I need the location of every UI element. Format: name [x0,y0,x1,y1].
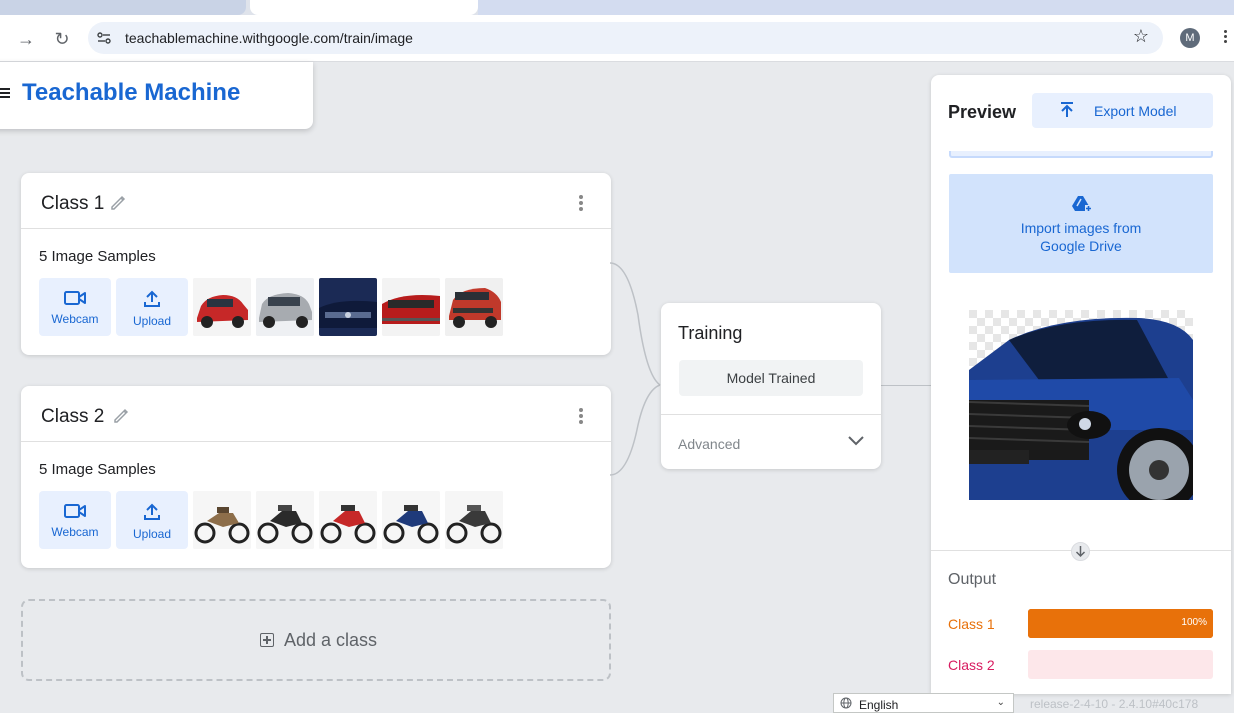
output-class-1-fill: 100% [1028,609,1213,638]
samples-count: 5 Image Samples [39,461,156,478]
browser-toolbar: → ↻ teachablemachine.withgoogle.com/trai… [0,15,1234,62]
language-select[interactable]: English ⌄ [833,693,1014,713]
output-class-1-bar: 100% [1028,609,1213,638]
globe-icon [840,697,852,709]
class-options-icon[interactable] [579,406,585,426]
add-class-label: Add a class [284,630,378,650]
webcam-label: Webcam [51,312,99,326]
class-options-icon[interactable] [579,193,585,213]
sample-thumbnail[interactable] [193,278,251,336]
import-text: Import images from Google Drive [949,219,1213,255]
browser-tab-strip-fill [478,0,1234,15]
sample-thumbnail[interactable] [256,278,314,336]
class-card-header: Class 2 [21,386,611,442]
sample-thumbnail[interactable] [445,278,503,336]
input-toggle-edge [949,151,1213,158]
edit-pencil-icon[interactable] [112,405,132,425]
google-drive-add-icon [1072,196,1092,212]
reload-icon[interactable]: ↻ [50,27,74,51]
forward-arrow-icon[interactable]: → [14,27,38,51]
chevron-down-icon[interactable] [848,435,864,447]
release-version: release-2-4-10 - 2.4.10#40c178 [1030,697,1199,711]
import-from-drive-button[interactable]: Import images from Google Drive [949,174,1213,273]
sample-thumbnail[interactable] [319,278,377,336]
profile-avatar[interactable]: M [1180,28,1200,48]
output-class-2-label: Class 2 [948,657,995,673]
edit-pencil-icon[interactable] [109,192,129,212]
add-class-content: Add a class [260,630,377,651]
browser-tab-current[interactable] [250,0,478,15]
upload-button[interactable]: Upload [116,278,188,336]
sample-thumbnail[interactable] [382,491,440,549]
training-title: Training [678,323,743,343]
upload-label: Upload [132,527,172,541]
sample-thumbnail[interactable] [256,491,314,549]
upload-icon [1061,102,1073,117]
add-class-button[interactable]: Add a class [21,599,611,681]
sample-thumbnail[interactable] [382,278,440,336]
class-card-header: Class 1 [21,173,611,229]
export-label: Export Model [1094,103,1177,119]
sample-thumbnail[interactable] [319,491,377,549]
train-model-button[interactable]: Model Trained [679,360,863,396]
sample-thumbnail[interactable] [193,491,251,549]
hamburger-menu-icon[interactable] [0,88,10,100]
url-text[interactable]: teachablemachine.withgoogle.com/train/im… [125,30,413,46]
output-class-1-label: Class 1 [948,616,995,632]
class-card-1: Class 1 5 Image Samples Webcam Upload [21,173,611,355]
upload-label: Upload [132,314,172,328]
add-box-icon [260,633,274,647]
browser-menu-icon[interactable] [1220,28,1230,48]
class-name[interactable]: Class 1 [41,193,104,215]
output-connector-line [881,385,931,386]
output-class-1-percent: 100% [1181,617,1207,628]
import-line-2: Google Drive [1040,238,1122,254]
preview-title: Preview [948,102,1017,122]
preview-input-image [969,310,1193,528]
advanced-toggle-label[interactable]: Advanced [678,436,740,452]
class-card-2: Class 2 5 Image Samples Webcam Upload [21,386,611,568]
browser-tab[interactable] [0,0,246,15]
webcam-label: Webcam [51,525,99,539]
language-value: English [859,698,899,712]
webcam-button[interactable]: Webcam [39,278,111,336]
browser-tab-strip [0,0,1234,15]
webcam-icon [64,291,86,305]
chevron-down-icon: ⌄ [996,697,1005,708]
webcam-button[interactable]: Webcam [39,491,111,549]
output-class-2-bar [1028,650,1213,679]
import-line-1: Import images from [1020,220,1142,236]
app-header: Teachable Machine [0,62,313,129]
arrow-down-icon [1071,542,1090,561]
class-name[interactable]: Class 2 [41,406,104,428]
training-card: Training Model Trained Advanced [661,303,881,469]
export-model-button[interactable]: Export Model [1032,93,1213,128]
upload-button[interactable]: Upload [116,491,188,549]
address-bar[interactable]: teachablemachine.withgoogle.com/train/im… [88,22,1163,54]
app-title: Teachable Machine [22,79,241,106]
output-heading: Output [948,571,997,588]
bookmark-star-icon[interactable]: ☆ [1133,26,1149,47]
samples-count: 5 Image Samples [39,248,156,265]
divider [661,414,881,415]
sample-thumbnail[interactable] [445,491,503,549]
preview-panel: Preview Export Model Import images from … [931,75,1231,694]
upload-icon [144,290,160,307]
upload-icon [144,503,160,520]
webcam-icon [64,504,86,518]
site-settings-icon[interactable] [96,30,112,46]
